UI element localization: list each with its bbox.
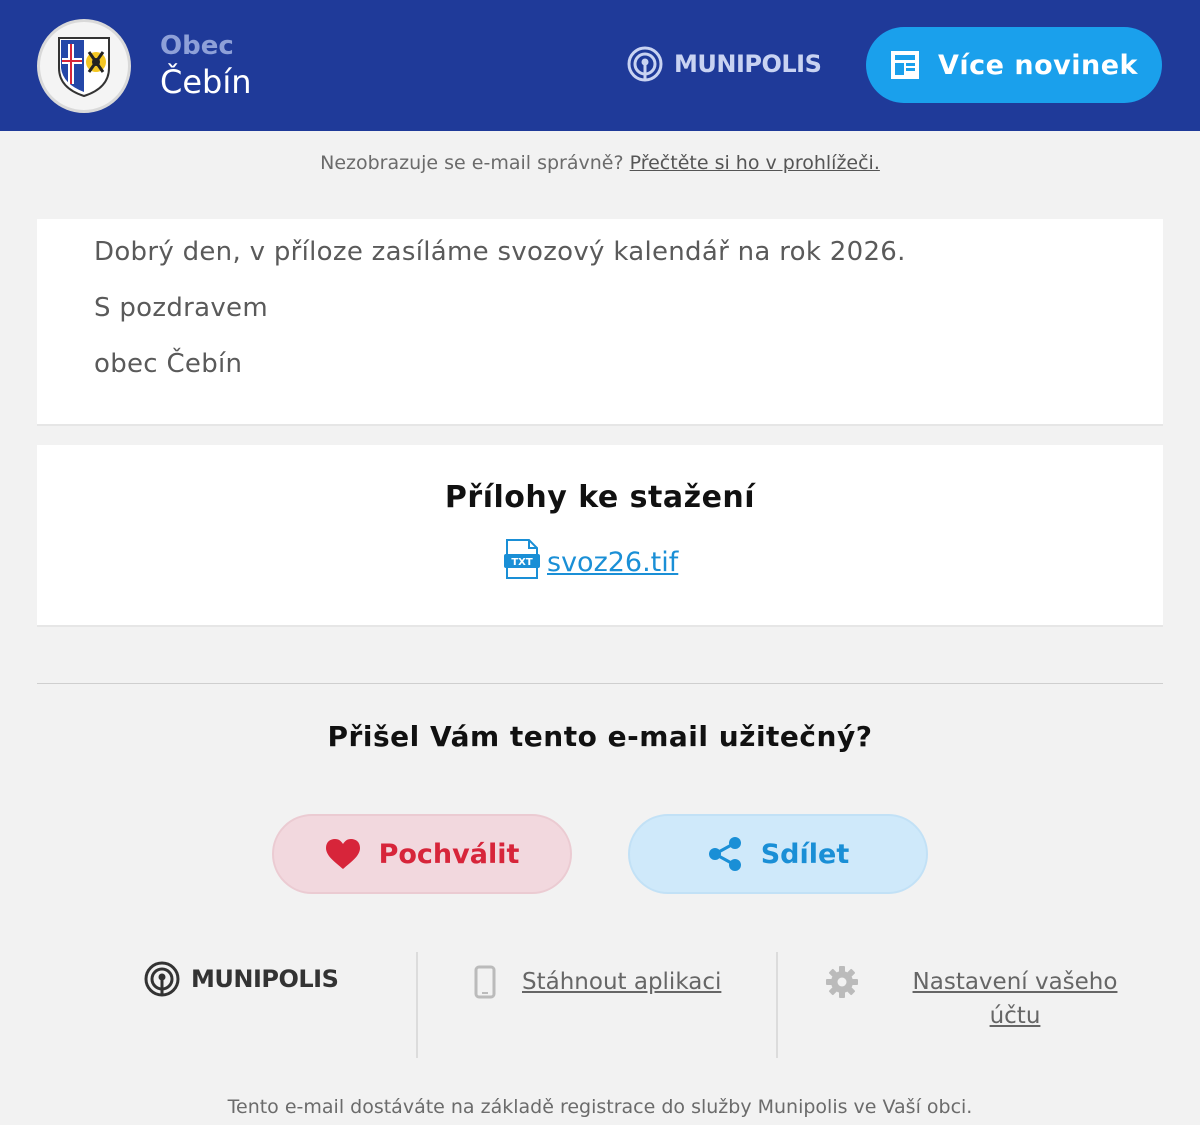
town-name: Čebín [160,63,252,101]
more-news-button[interactable]: Více novinek [866,27,1162,103]
share-button[interactable]: Sdílet [628,814,928,894]
settings-line-1: Nastavení vašeho [912,969,1118,995]
header-bar: Obec Čebín MUNIPOLIS Více novinek [0,0,1200,131]
message-line-3: obec Čebín [94,349,243,379]
download-app-item[interactable]: Stáhnout aplikaci [474,965,721,999]
town-crest-logo [37,19,131,113]
notice-text: Nezobrazuje se e-mail správně? [320,152,630,174]
view-in-browser-link[interactable]: Přečtěte si ho v prohlížeči. [630,152,880,174]
munipolis-logo-icon [627,46,663,82]
phone-icon [474,965,496,999]
town-prefix: Obec [160,31,234,61]
munipolis-logo-icon [144,961,180,997]
town-title: Obec Čebín [160,30,252,102]
txt-file-icon: TXT [504,539,540,579]
message-card: Dobrý den, v příloze zasíláme svozový ka… [37,219,1163,426]
heart-icon [325,839,360,869]
section-divider [37,683,1163,684]
txt-icon-label: TXT [511,557,533,568]
attachments-title: Přílohy ke stažení [444,480,756,515]
account-settings-link[interactable]: Nastavení vašeho účtu [885,965,1145,1033]
view-in-browser-notice: Nezobrazuje se e-mail správně? Přečtěte … [0,152,1200,174]
download-app-link[interactable]: Stáhnout aplikaci [522,965,721,999]
feedback-question: Přišel Vám tento e-mail užitečný? [327,720,873,753]
attachment-link[interactable]: svoz26.tif [547,546,678,580]
more-news-label: Více novinek [938,49,1138,81]
newspaper-icon [891,51,919,79]
gear-icon [826,966,858,998]
attachments-card [37,445,1163,627]
attachment-item[interactable]: TXT svoz26.tif [503,538,678,580]
praise-button[interactable]: Pochválit [272,814,572,894]
praise-label: Pochválit [378,838,520,870]
footer-separator [776,952,778,1058]
message-line-1: Dobrý den, v příloze zasíláme svozový ka… [94,237,906,267]
registration-footnote: Tento e-mail dostáváte na základě regist… [227,1096,973,1118]
munipolis-brand-text: MUNIPOLIS [674,50,822,78]
footer-munipolis-brand[interactable]: MUNIPOLIS [143,960,339,998]
share-icon [708,837,741,871]
account-settings-item[interactable]: Nastavení vašeho účtu [825,965,1145,1033]
share-label: Sdílet [760,838,850,870]
footer-separator [416,952,418,1058]
message-line-2: S pozdravem [94,293,268,323]
munipolis-brand: MUNIPOLIS [626,44,822,84]
footer-brand-text: MUNIPOLIS [191,965,339,993]
settings-line-2: účtu [989,1003,1041,1029]
